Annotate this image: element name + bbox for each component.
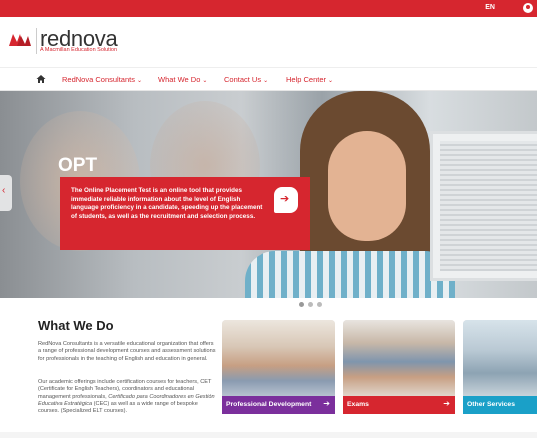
section-intro: RedNova Consultants is a versatile educa… <box>38 341 216 362</box>
card-professional-development[interactable]: Professional Development ➔ <box>222 320 335 414</box>
hero-student-face <box>328 131 406 241</box>
chevron-down-icon: ⌄ <box>328 78 334 84</box>
office-photo <box>463 320 537 396</box>
computer-screen-image <box>440 141 537 271</box>
top-bar: EN <box>0 0 537 17</box>
nav-item-what-we-do[interactable]: What We Do ⌄ <box>158 75 207 84</box>
slider-dot-1[interactable] <box>299 302 304 307</box>
section-offerings: Our academic offerings include certifica… <box>38 379 215 415</box>
hero-description-panel: The Online Placement Test is an online t… <box>60 177 310 250</box>
hero-student-shirt <box>245 251 455 298</box>
hero-slider[interactable]: OPT The Online Placement Test is an onli… <box>0 91 537 298</box>
classroom-photo <box>222 320 335 396</box>
card-exams[interactable]: Exams ➔ <box>343 320 455 414</box>
card-label: Exams ➔ <box>343 396 455 414</box>
main-nav: RedNova Consultants ⌄ What We Do ⌄ Contact… <box>0 67 537 91</box>
students-exam-photo <box>343 320 455 396</box>
header: rednova A Macmillan Education Solution <box>0 17 537 67</box>
nav-item-help-center[interactable]: Help Center ⌄ <box>286 75 333 84</box>
chevron-down-icon: ⌄ <box>136 78 142 84</box>
hero-description: The Online Placement Test is an online t… <box>71 187 263 220</box>
brand-tagline: A Macmillan Education Solution <box>40 47 118 53</box>
globe-icon[interactable] <box>523 3 533 13</box>
logo-divider <box>36 28 37 54</box>
card-label: Other Services <box>463 396 537 414</box>
slider-dot-3[interactable] <box>317 302 322 307</box>
chevron-down-icon: ⌄ <box>202 78 208 84</box>
slider-prev-button[interactable]: ‹ <box>0 175 12 211</box>
arrow-right-icon: ➔ <box>443 399 450 408</box>
language-selector[interactable]: EN <box>485 4 495 11</box>
page-bottom-edge <box>0 432 537 438</box>
nav-item-rednova-consultants[interactable]: RedNova Consultants ⌄ <box>62 75 142 84</box>
chevron-left-icon: ‹ <box>2 185 6 196</box>
home-icon[interactable] <box>36 74 46 84</box>
slider-dot-2[interactable] <box>308 302 313 307</box>
chevron-down-icon: ⌄ <box>263 78 269 84</box>
arrow-right-icon: ➔ <box>323 399 330 408</box>
arrow-right-button[interactable] <box>274 187 298 213</box>
nav-item-contact-us[interactable]: Contact Us ⌄ <box>224 75 268 84</box>
section-title: What We Do <box>38 318 114 333</box>
card-label: Professional Development ➔ <box>222 396 335 414</box>
hero-title: OPT <box>58 155 98 176</box>
rednova-logo-icon[interactable] <box>9 32 31 48</box>
card-other-services[interactable]: Other Services <box>463 320 537 414</box>
